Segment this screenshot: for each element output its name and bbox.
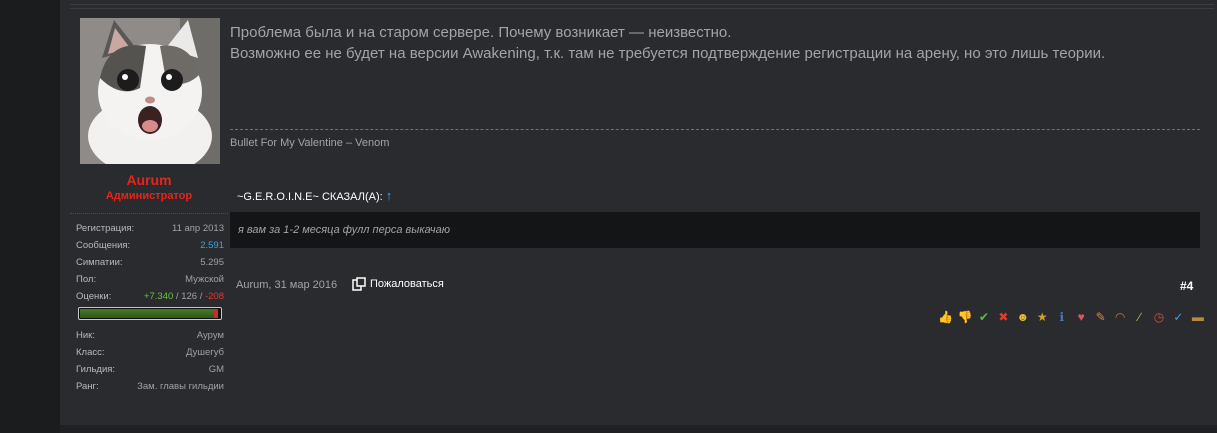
signature-divider [230, 129, 1200, 130]
post-divider [70, 4, 1214, 9]
field-class: Класс: Душегуб [76, 345, 224, 362]
info-icon[interactable]: ℹ [1055, 310, 1069, 324]
stat-value: Мужской [185, 274, 224, 285]
ratings-bar [78, 307, 222, 320]
ratings-negative: -208 [204, 291, 224, 302]
cross-icon[interactable]: ✖ [996, 310, 1010, 324]
message-line: Проблема была и на старом сервере. Почем… [230, 24, 732, 41]
post-number-link[interactable]: #4 [1180, 279, 1193, 293]
quote-author: ~G.E.R.O.I.N.E~ СКАЗАЛ(А): [237, 191, 383, 203]
field-nick: Ник: Аурум [76, 328, 224, 345]
quote-jump-arrow-icon[interactable]: ↑ [386, 188, 393, 203]
stat-label: Регистрация: [76, 223, 135, 234]
field-label: Гильдия: [76, 364, 116, 375]
user-stats: Регистрация: 11 апр 2013 Сообщения: 2.59… [76, 221, 224, 306]
stat-gender: Пол: Мужской [76, 272, 224, 289]
quote-block: я вам за 1-2 месяца фулл перса выкачаю [230, 212, 1200, 248]
stat-ratings: Оценки: +7.340 / 126 / -208 [76, 289, 224, 306]
user-title: Администратор [105, 190, 193, 202]
user-custom-fields: Ник: Аурум Класс: Душегуб Гильдия: GM Ра… [76, 328, 224, 396]
signature: Bullet For My Valentine – Venom [230, 137, 390, 149]
twitter-icon[interactable]: ✓ [1171, 310, 1185, 324]
message-line: Возможно ее не будет на версии Awakening… [230, 45, 1106, 62]
report-button[interactable]: Пожаловаться [352, 277, 444, 291]
field-label: Класс: [76, 347, 105, 358]
rating-icons: 👍 👎 ✔ ✖ ☻ ★ ℹ ♥ ✎ ◠ ∕ ◷ ✓ ▬ [937, 308, 1205, 324]
report-label: Пожаловаться [370, 278, 444, 290]
ratings-separator: / [173, 291, 182, 302]
stat-label: Оценки: [76, 291, 112, 302]
stat-registration: Регистрация: 11 апр 2013 [76, 221, 224, 238]
ratings-bar-positive [80, 309, 214, 318]
heart-icon[interactable]: ♥ [1074, 310, 1088, 324]
ratings-value: +7.340 / 126 / -208 [144, 291, 224, 302]
field-rank: Ранг: Зам. главы гильдии [76, 379, 224, 396]
messages-count-link[interactable]: 2.591 [200, 240, 224, 251]
medal-icon[interactable]: ★ [1035, 310, 1049, 324]
report-icon [352, 277, 366, 291]
wrench-icon[interactable]: ✎ [1094, 310, 1108, 324]
field-guild: Гильдия: GM [76, 362, 224, 379]
post-container: Aurum Администратор Регистрация: 11 апр … [60, 0, 1217, 433]
stat-label: Симпатии: [76, 257, 123, 268]
post-footer-band [60, 425, 1217, 433]
post-meta-link[interactable]: Aurum, 31 мар 2016 [236, 279, 337, 291]
page-background [0, 0, 60, 433]
thumbs-up-icon[interactable]: 👍 [938, 310, 953, 324]
field-value: Зам. главы гильдии [137, 381, 224, 392]
rainbow-icon[interactable]: ◠ [1113, 310, 1127, 324]
smile-icon[interactable]: ☻ [1016, 310, 1030, 324]
post-message: Проблема была и на старом сервере. Почем… [230, 22, 1190, 64]
quote-text: я вам за 1-2 месяца фулл перса выкачаю [238, 224, 451, 236]
field-value: GM [208, 364, 224, 375]
ratings-neutral: 126 [181, 291, 198, 302]
wallet-icon[interactable]: ▬ [1191, 310, 1205, 324]
check-icon[interactable]: ✔ [977, 310, 991, 324]
field-label: Ник: [76, 330, 95, 341]
ratings-positive: +7.340 [143, 291, 174, 302]
field-value: Аурум [196, 330, 224, 341]
thumbs-down-icon[interactable]: 👎 [957, 310, 972, 324]
user-info-divider [70, 213, 228, 214]
stat-label: Пол: [76, 274, 97, 285]
cat-avatar-icon[interactable] [80, 18, 220, 164]
clock-icon[interactable]: ◷ [1152, 310, 1166, 324]
quote-header: ~G.E.R.O.I.N.E~ СКАЗАЛ(А): ↑ [237, 188, 392, 203]
username[interactable]: Aurum [70, 172, 228, 188]
field-label: Ранг: [76, 381, 99, 392]
ratings-separator: / [197, 291, 205, 302]
ratings-bar-negative [214, 309, 218, 318]
stat-label: Сообщения: [76, 240, 131, 251]
brush-icon[interactable]: ∕ [1133, 310, 1147, 324]
stat-likes: Симпатии: 5.295 [76, 255, 224, 272]
field-value: Душегуб [185, 347, 224, 358]
stat-value: 5.295 [200, 257, 224, 268]
stat-value: 11 апр 2013 [172, 223, 224, 234]
stat-messages: Сообщения: 2.591 [76, 238, 224, 255]
